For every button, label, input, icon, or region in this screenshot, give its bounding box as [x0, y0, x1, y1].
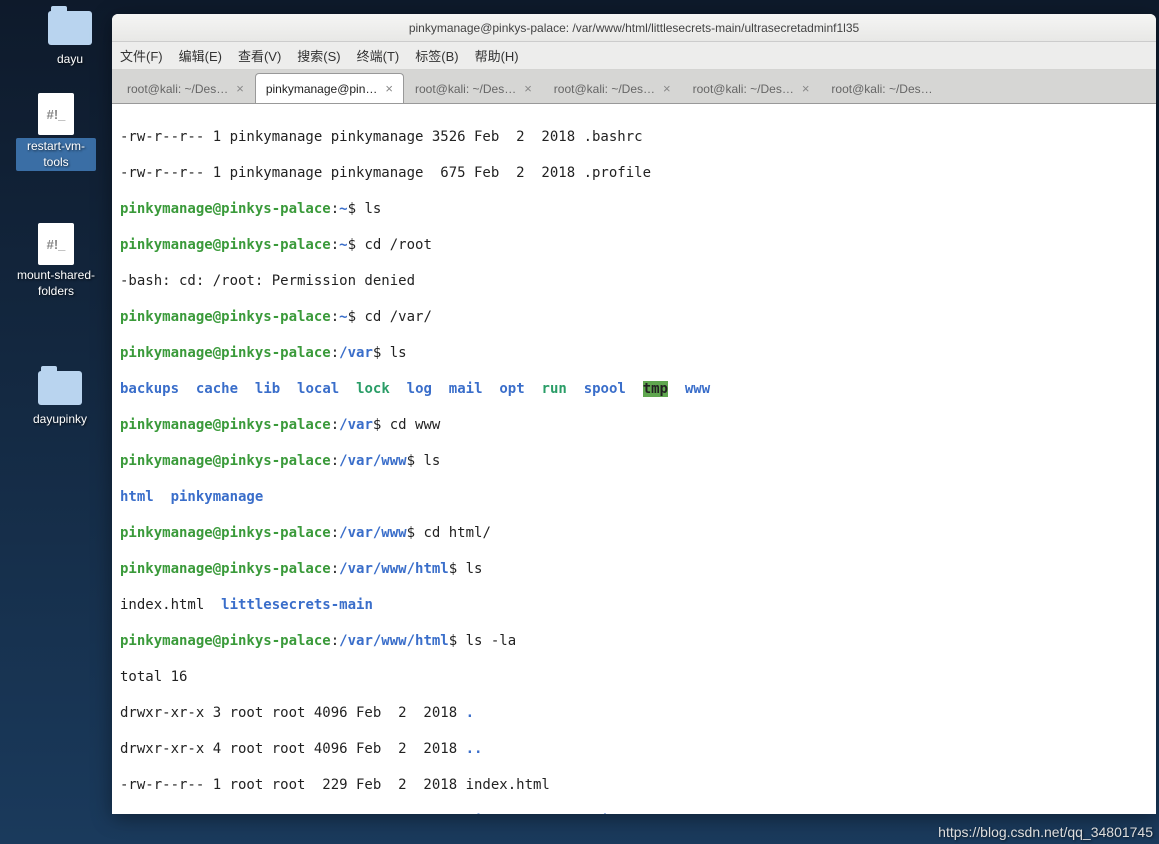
icon-label: mount-shared-folders: [16, 268, 96, 299]
output-line: drwxr-xr-x 3 root root 4096 Feb 2 2018 .: [120, 704, 1148, 722]
output-line: -bash: cd: /root: Permission denied: [120, 272, 1148, 290]
prompt-line: pinkymanage@pinkys-palace:/var/www/html$…: [120, 560, 1148, 578]
output-line: -rw-r--r-- 1 pinkymanage pinkymanage 352…: [120, 128, 1148, 146]
menu-help[interactable]: 帮助(H): [475, 46, 519, 65]
tab-5[interactable]: root@kali: ~/Des…: [820, 73, 943, 103]
menu-search[interactable]: 搜索(S): [297, 46, 340, 65]
tab-3[interactable]: root@kali: ~/Des…×: [543, 73, 682, 103]
menu-tabs[interactable]: 标签(B): [415, 46, 458, 65]
desktop-icon-dayupinky[interactable]: dayupinky: [20, 368, 100, 428]
tab-1[interactable]: pinkymanage@pin…×: [255, 73, 404, 103]
icon-label: restart-vm-tools: [16, 138, 96, 171]
output-line: -rw-r--r-- 1 root root 229 Feb 2 2018 in…: [120, 776, 1148, 794]
output-line: html pinkymanage: [120, 488, 1148, 506]
output-line: -rw-r--r-- 1 pinkymanage pinkymanage 675…: [120, 164, 1148, 182]
close-icon[interactable]: ×: [524, 81, 532, 96]
icon-label: dayu: [57, 52, 83, 68]
menu-view[interactable]: 查看(V): [238, 46, 281, 65]
prompt-line: pinkymanage@pinkys-palace:/var$ cd www: [120, 416, 1148, 434]
output-line: index.html littlesecrets-main: [120, 596, 1148, 614]
output-line: drwxr-xr-x 3 root root 4096 Feb 2 2018 l…: [120, 812, 1148, 814]
menu-file[interactable]: 文件(F): [120, 46, 163, 65]
prompt-line: pinkymanage@pinkys-palace:~$ ls: [120, 200, 1148, 218]
tab-4[interactable]: root@kali: ~/Des…×: [682, 73, 821, 103]
document-icon: #!_: [32, 224, 80, 264]
icon-label: dayupinky: [33, 412, 87, 428]
menu-edit[interactable]: 编辑(E): [179, 46, 222, 65]
close-icon[interactable]: ×: [236, 81, 244, 96]
folder-icon: [46, 8, 94, 48]
close-icon[interactable]: ×: [802, 81, 810, 96]
prompt-line: pinkymanage@pinkys-palace:/var$ ls: [120, 344, 1148, 362]
output-line: total 16: [120, 668, 1148, 686]
prompt-line: pinkymanage@pinkys-palace:~$ cd /var/: [120, 308, 1148, 326]
menubar: 文件(F) 编辑(E) 查看(V) 搜索(S) 终端(T) 标签(B) 帮助(H…: [112, 42, 1156, 70]
output-line: backups cache lib local lock log mail op…: [120, 380, 1148, 398]
window-title[interactable]: pinkymanage@pinkys-palace: /var/www/html…: [112, 14, 1156, 42]
desktop-icon-restart[interactable]: #!_ restart-vm-tools: [16, 94, 96, 171]
watermark: https://blog.csdn.net/qq_34801745: [938, 824, 1153, 840]
close-icon[interactable]: ×: [385, 81, 393, 96]
prompt-line: pinkymanage@pinkys-palace:~$ cd /root: [120, 236, 1148, 254]
output-line: drwxr-xr-x 4 root root 4096 Feb 2 2018 .…: [120, 740, 1148, 758]
prompt-line: pinkymanage@pinkys-palace:/var/www$ ls: [120, 452, 1148, 470]
menu-terminal[interactable]: 终端(T): [357, 46, 400, 65]
tab-2[interactable]: root@kali: ~/Des…×: [404, 73, 543, 103]
close-icon[interactable]: ×: [663, 81, 671, 96]
document-icon: #!_: [32, 94, 80, 134]
desktop-icon-dayu[interactable]: dayu: [30, 8, 110, 68]
terminal-output[interactable]: -rw-r--r-- 1 pinkymanage pinkymanage 352…: [112, 104, 1156, 814]
desktop-icon-mount[interactable]: #!_ mount-shared-folders: [16, 224, 96, 299]
prompt-line: pinkymanage@pinkys-palace:/var/www$ cd h…: [120, 524, 1148, 542]
terminal-window: pinkymanage@pinkys-palace: /var/www/html…: [112, 14, 1156, 814]
folder-icon: [36, 368, 84, 408]
prompt-line: pinkymanage@pinkys-palace:/var/www/html$…: [120, 632, 1148, 650]
tab-0[interactable]: root@kali: ~/Des…×: [116, 73, 255, 103]
tabbar: root@kali: ~/Des…× pinkymanage@pin…× roo…: [112, 70, 1156, 104]
